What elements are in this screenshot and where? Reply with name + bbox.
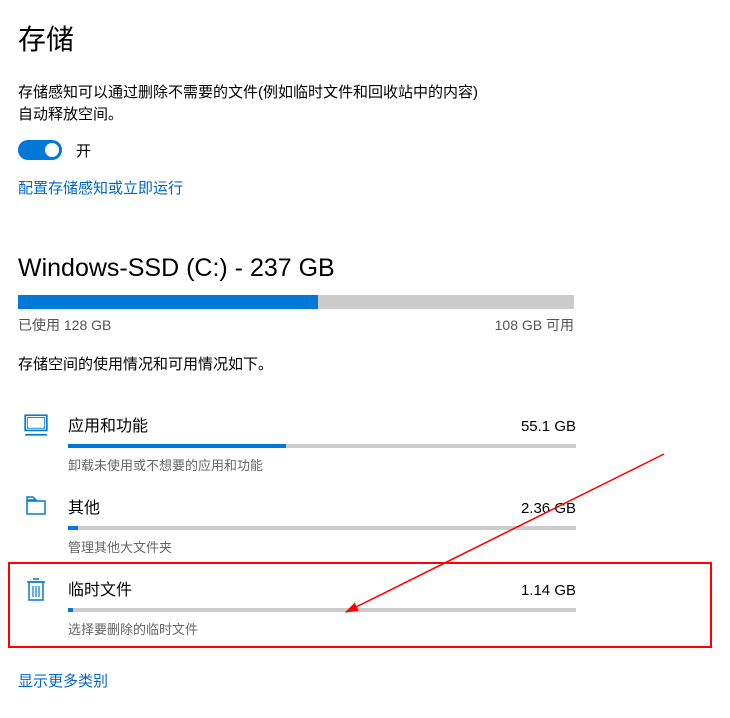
category-size: 55.1 GB	[521, 418, 576, 435]
category-apps[interactable]: 应用和功能 55.1 GB 卸载未使用或不想要的应用和功能	[18, 402, 712, 484]
category-fill	[68, 608, 73, 612]
storage-sense-toggle-label: 开	[76, 140, 91, 161]
category-name: 应用和功能	[68, 412, 148, 436]
categories-list: 应用和功能 55.1 GB 卸载未使用或不想要的应用和功能 其他 2.36 GB…	[18, 402, 712, 648]
category-header: 应用和功能 55.1 GB	[68, 412, 576, 436]
category-header: 临时文件 1.14 GB	[68, 576, 576, 600]
storage-sense-description: 存储感知可以通过删除不需要的文件(例如临时文件和回收站中的内容) 自动释放空间。	[18, 82, 538, 126]
trash-icon	[22, 576, 50, 604]
category-hint: 选择要删除的临时文件	[68, 619, 576, 638]
category-bar	[68, 608, 576, 612]
category-fill	[68, 444, 286, 448]
drive-used-label: 已使用 128 GB	[18, 315, 111, 335]
drive-free-label: 108 GB 可用	[495, 315, 574, 335]
category-fill	[68, 526, 78, 530]
storage-sense-desc-line2: 自动释放空间。	[18, 106, 123, 123]
category-hint: 管理其他大文件夹	[68, 537, 576, 556]
page-title: 存储	[18, 18, 712, 58]
drive-heading: Windows-SSD (C:) - 237 GB	[18, 254, 712, 283]
drive-usage-fill	[18, 295, 318, 309]
category-name: 其他	[68, 494, 100, 518]
category-body: 其他 2.36 GB 管理其他大文件夹	[68, 494, 576, 556]
storage-sense-toggle[interactable]	[18, 140, 62, 160]
category-bar	[68, 526, 576, 530]
toggle-knob	[45, 143, 59, 157]
monitor-icon	[22, 412, 50, 440]
drive-usage-desc: 存储空间的使用情况和可用情况如下。	[18, 353, 712, 374]
category-body: 临时文件 1.14 GB 选择要删除的临时文件	[68, 576, 576, 638]
configure-storage-sense-link[interactable]: 配置存储感知或立即运行	[18, 177, 183, 198]
category-size: 2.36 GB	[521, 500, 576, 517]
drive-usage-info: 已使用 128 GB 108 GB 可用	[18, 315, 574, 335]
folder-icon	[22, 494, 50, 522]
category-body: 应用和功能 55.1 GB 卸载未使用或不想要的应用和功能	[68, 412, 576, 474]
category-temp[interactable]: 临时文件 1.14 GB 选择要删除的临时文件	[18, 566, 712, 648]
category-header: 其他 2.36 GB	[68, 494, 576, 518]
category-other[interactable]: 其他 2.36 GB 管理其他大文件夹	[18, 484, 712, 566]
category-size: 1.14 GB	[521, 582, 576, 599]
storage-sense-desc-line1: 存储感知可以通过删除不需要的文件(例如临时文件和回收站中的内容)	[18, 84, 478, 101]
drive-usage-bar	[18, 295, 574, 309]
category-hint: 卸载未使用或不想要的应用和功能	[68, 455, 576, 474]
show-more-categories-link[interactable]: 显示更多类别	[18, 670, 108, 691]
category-name: 临时文件	[68, 576, 132, 600]
storage-sense-toggle-row: 开	[18, 140, 712, 161]
category-bar	[68, 444, 576, 448]
